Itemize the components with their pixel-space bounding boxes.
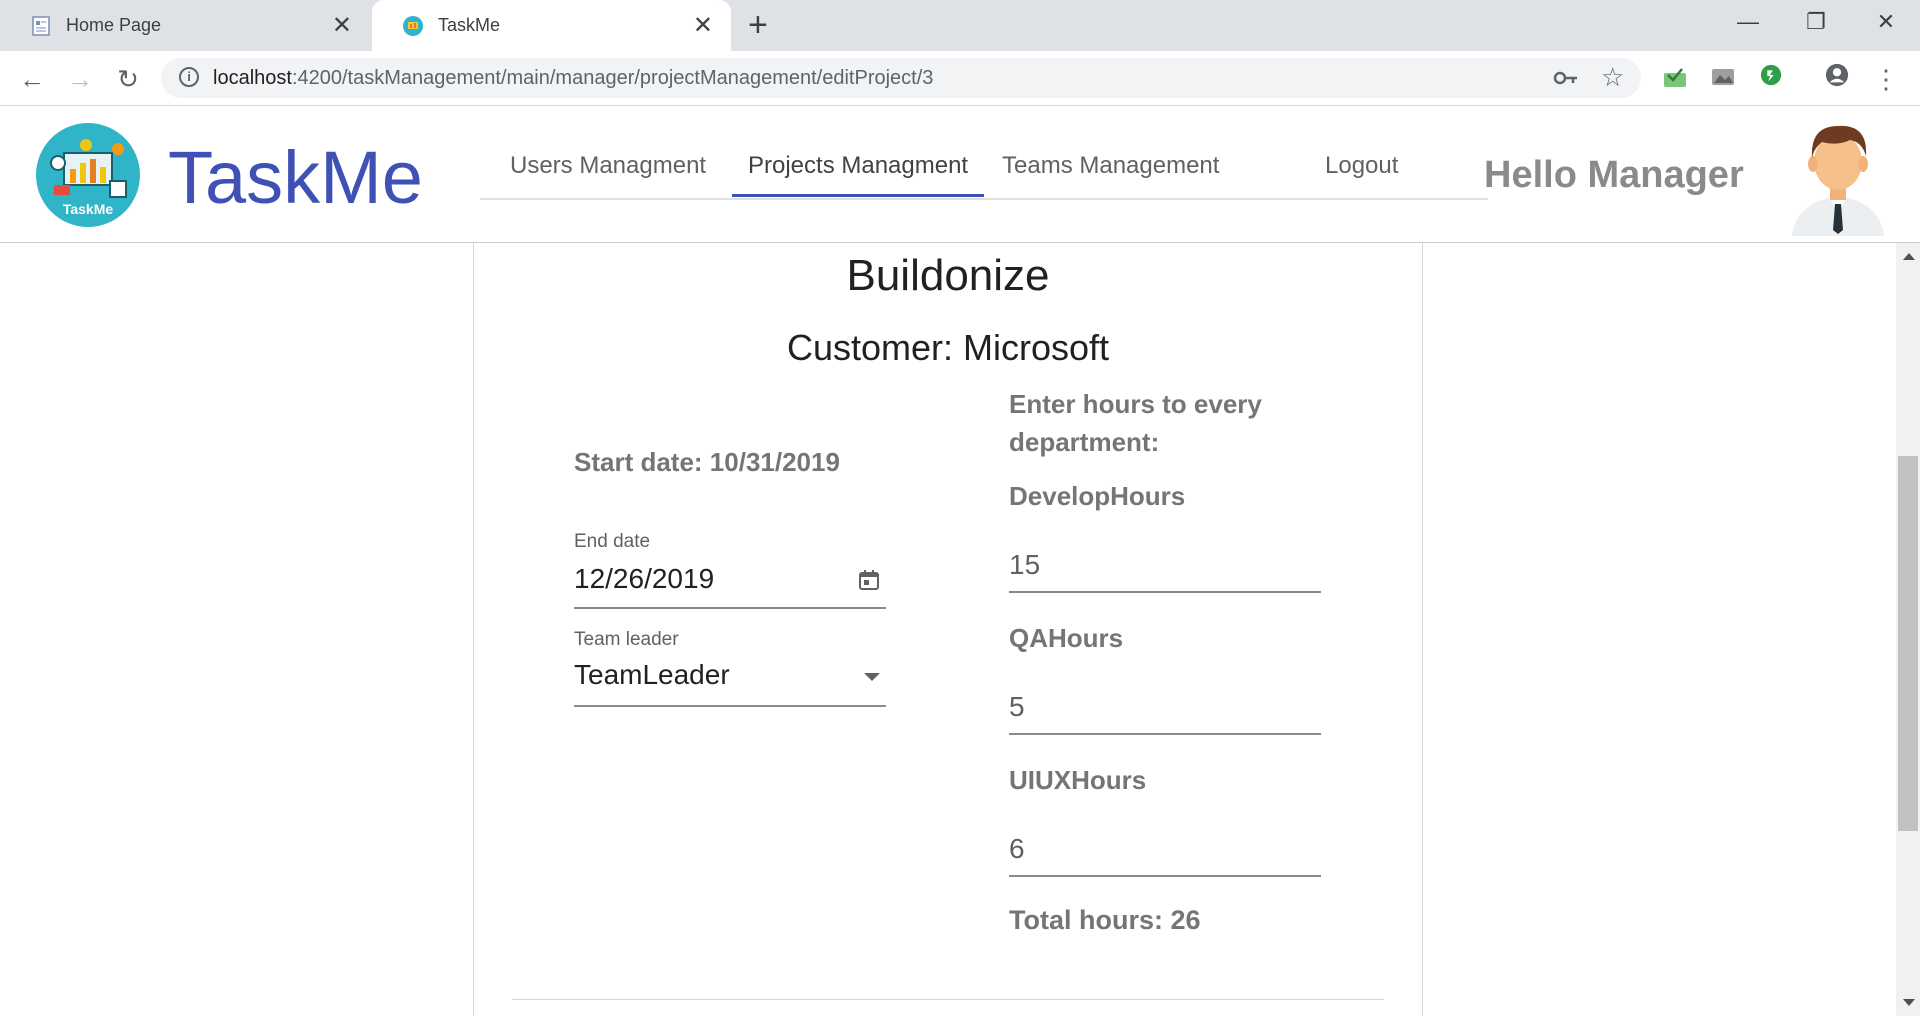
app-header: TaskMe TaskMe Users Managment Projects M… [0, 106, 1920, 243]
nav-logout[interactable]: Logout [1325, 152, 1398, 180]
restore-window-button[interactable]: ❐ [1786, 0, 1846, 44]
develop-hours-label: DevelopHours [1009, 481, 1186, 511]
active-tab-indicator [732, 194, 984, 197]
main-nav: Users Managment Projects Managment Teams… [480, 146, 1488, 200]
browser-menu-icon[interactable]: ⋮ [1868, 61, 1904, 97]
team-leader-value[interactable]: TeamLeader [574, 659, 730, 691]
end-date-label: End date [574, 531, 651, 552]
hours-heading: Enter hours to every department: [1009, 389, 1262, 457]
close-tab-icon[interactable]: ✕ [693, 13, 713, 38]
develop-hours-value: 15 [1009, 549, 1041, 580]
qa-hours-value: 5 [1009, 691, 1025, 722]
page-scrollbar[interactable] [1896, 243, 1920, 1016]
scroll-up-arrow-icon[interactable] [1903, 253, 1915, 260]
document-icon [32, 15, 50, 36]
develop-hours-input[interactable]: 15 [1009, 541, 1321, 593]
url-path: :4200/taskManagement/main/manager/projec… [291, 67, 934, 89]
taskme-favicon-icon [403, 15, 423, 36]
scrollbar-thumb[interactable] [1898, 456, 1918, 831]
greeting-text: Hello Manager [1484, 154, 1744, 196]
key-icon[interactable] [1553, 68, 1579, 88]
address-bar[interactable]: i localhost:4200/taskManagement/main/man… [161, 58, 1641, 98]
brand-title[interactable]: TaskMe [168, 136, 423, 220]
edit-project-card: Buildonize Customer: Microsoft Start dat… [473, 243, 1423, 1016]
team-leader-label: Team leader [574, 629, 679, 650]
team-leader-select[interactable]: Team leader TeamLeader [574, 629, 886, 707]
site-info-icon[interactable]: i [179, 67, 199, 87]
tab-label: TaskMe [438, 15, 501, 35]
end-date-input[interactable]: 12/26/2019 [574, 563, 714, 595]
taskme-logo[interactable]: TaskMe [36, 123, 140, 227]
back-button[interactable]: ← [14, 61, 50, 97]
close-tab-icon[interactable]: ✕ [332, 13, 352, 38]
qa-hours-input[interactable]: 5 [1009, 683, 1321, 735]
reload-button[interactable]: ↻ [110, 61, 146, 97]
qa-hours-label: QAHours [1009, 623, 1124, 653]
extension-image-icon[interactable] [1710, 65, 1736, 89]
new-tab-button[interactable]: + [748, 6, 768, 44]
forward-button[interactable]: → [62, 61, 98, 97]
customer-name: Customer: Microsoft [786, 327, 1110, 368]
profile-icon[interactable] [1824, 63, 1850, 87]
logo-label: TaskMe [62, 201, 114, 217]
tab-label: Home Page [66, 15, 162, 35]
minimize-window-button[interactable]: — [1718, 0, 1778, 44]
url-text[interactable]: localhost:4200/taskManagement/main/manag… [213, 67, 933, 90]
nav-users-management[interactable]: Users Managment [510, 152, 706, 180]
dropdown-arrow-icon[interactable] [864, 673, 880, 681]
url-host: localhost [213, 67, 292, 89]
browser-tab-home-page[interactable]: Home Page ✕ [0, 0, 370, 51]
bookmark-star-icon[interactable]: ☆ [1601, 62, 1624, 93]
uiux-hours-value: 6 [1009, 833, 1025, 864]
total-hours: Total hours: 26 [1009, 905, 1201, 935]
uiux-hours-input[interactable]: 6 [1009, 825, 1321, 877]
browser-toolbar: ← → ↻ i localhost:4200/taskManagement/ma… [0, 51, 1920, 106]
uiux-hours-label: UIUXHours [1009, 765, 1147, 795]
start-date: Start date: 10/31/2019 [574, 447, 840, 477]
end-date-field[interactable]: End date 12/26/2019 [574, 531, 886, 609]
scroll-down-arrow-icon[interactable] [1903, 999, 1915, 1006]
browser-tab-taskme[interactable]: TaskMe ✕ [372, 0, 731, 51]
card-divider [512, 999, 1384, 1000]
browser-tab-strip: Home Page ✕ TaskMe ✕ + — ❐ ✕ [0, 0, 1920, 51]
extension-green-icon[interactable] [1758, 63, 1784, 87]
nav-projects-management[interactable]: Projects Managment [748, 152, 968, 180]
user-avatar[interactable] [1788, 116, 1888, 236]
nav-teams-management[interactable]: Teams Management [1002, 152, 1219, 180]
close-window-button[interactable]: ✕ [1856, 0, 1916, 44]
project-title: Buildonize [846, 251, 1050, 300]
calendar-icon[interactable] [858, 569, 880, 591]
extension-inbox-icon[interactable] [1662, 65, 1688, 89]
